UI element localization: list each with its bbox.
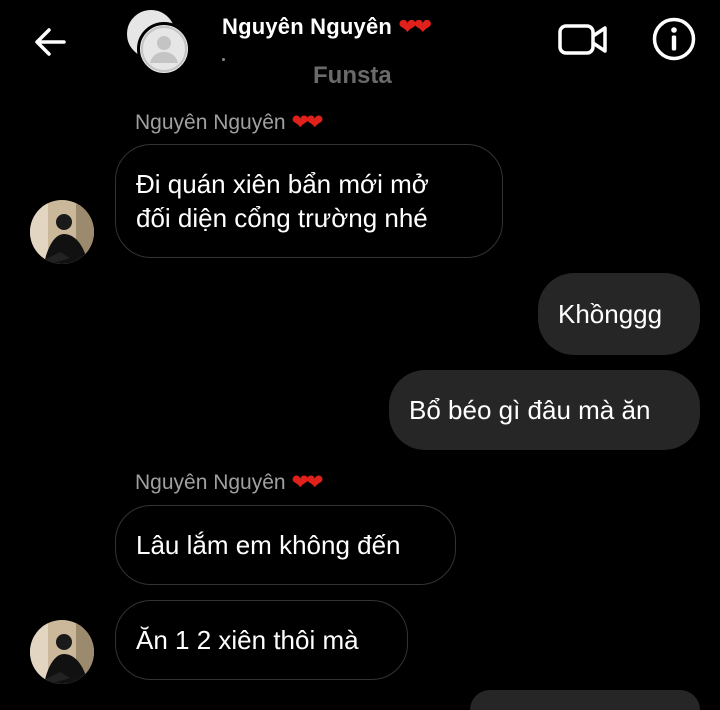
subtitle-dot [222, 58, 225, 61]
message-text: Lâu lắm em không đến [136, 530, 401, 560]
sender-name: Nguyên Nguyên ❤❤ [135, 471, 324, 494]
profile-photo-icon [30, 200, 94, 264]
message-bubble-partial [470, 690, 700, 710]
title-text: Nguyên Nguyên [222, 14, 393, 39]
conversation-subtitle: Funsta [313, 62, 392, 89]
conversation-title[interactable]: Nguyên Nguyên ❤❤ [222, 14, 432, 40]
title-hearts: ❤❤ [398, 14, 432, 39]
back-arrow-icon[interactable] [30, 22, 70, 62]
message-line: Đi quán xiên bẩn mới mở [136, 169, 429, 199]
sender-avatar[interactable] [30, 200, 94, 264]
video-camera-icon[interactable] [557, 18, 609, 60]
sender-name: Nguyên Nguyên ❤❤ [135, 111, 324, 134]
sender-avatar[interactable] [30, 620, 94, 684]
message-text: Ăn 1 2 xiên thôi mà [136, 625, 359, 655]
message-text: Bổ béo gì đâu mà ăn [409, 395, 651, 425]
message-line: đối diện cổng trường nhé [136, 203, 428, 233]
message-bubble-incoming[interactable]: Đi quán xiên bẩn mới mở đối diện cổng tr… [115, 144, 503, 258]
message-text: Khồnggg [558, 299, 663, 329]
info-icon[interactable] [651, 16, 697, 62]
conversation-avatar-group[interactable] [125, 8, 195, 78]
message-bubble-outgoing[interactable]: Bổ béo gì đâu mà ăn [389, 370, 700, 450]
default-user-icon [141, 26, 187, 72]
message-bubble-outgoing[interactable]: Khồnggg [538, 273, 700, 355]
profile-photo-icon [30, 620, 94, 684]
message-bubble-incoming[interactable]: Lâu lắm em không đến [115, 505, 456, 585]
message-bubble-incoming[interactable]: Ăn 1 2 xiên thôi mà [115, 600, 408, 680]
avatar-front [137, 22, 191, 76]
